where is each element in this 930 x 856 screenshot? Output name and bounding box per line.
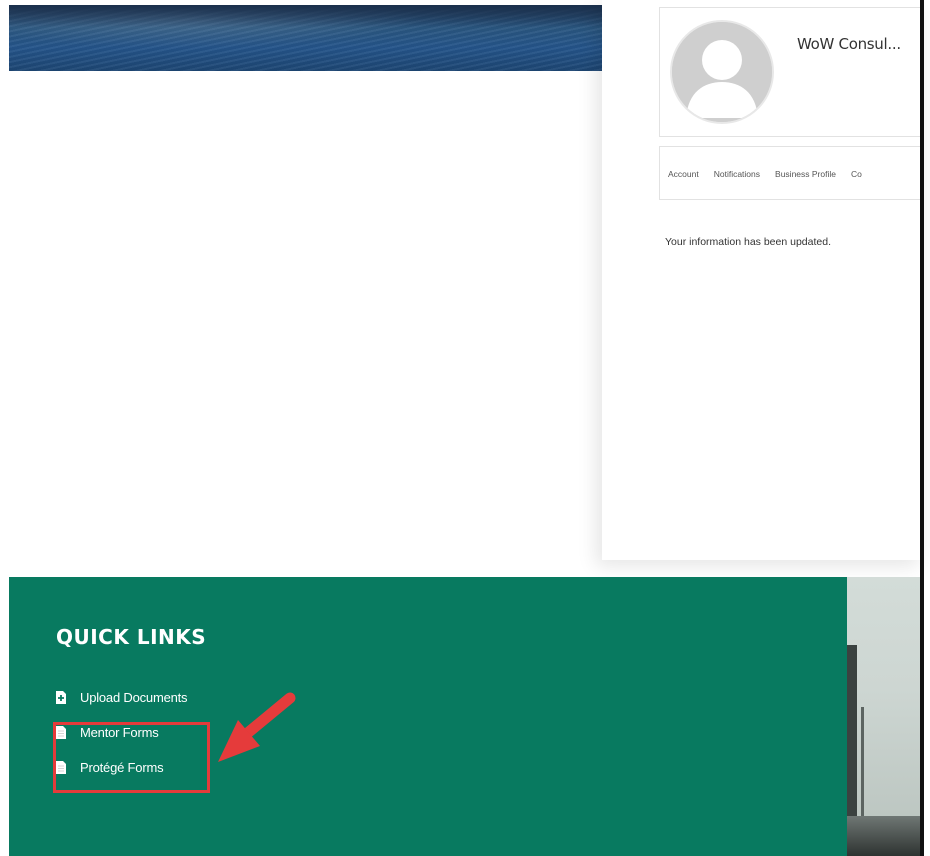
user-avatar-icon[interactable] xyxy=(670,20,774,124)
profile-header: WoW Consul... xyxy=(659,7,924,137)
profile-panel: WoW Consul... Account Notifications Busi… xyxy=(602,0,924,560)
profile-tabs-bar: Account Notifications Business Profile C… xyxy=(659,146,924,200)
tab-business-profile[interactable]: Business Profile xyxy=(775,169,836,179)
tab-account[interactable]: Account xyxy=(668,169,699,179)
link-mentor-forms[interactable]: Mentor Forms xyxy=(56,725,159,740)
page-edge-border xyxy=(920,0,924,856)
tab-co-truncated[interactable]: Co xyxy=(851,169,862,179)
company-name: WoW Consul... xyxy=(797,35,901,53)
footer-photo-image xyxy=(847,577,920,856)
file-upload-icon xyxy=(56,691,66,704)
quick-links-heading: QUICK LINKS xyxy=(56,625,207,649)
photo-ground xyxy=(847,816,920,856)
document-icon xyxy=(56,761,66,774)
document-icon xyxy=(56,726,66,739)
update-status-message: Your information has been updated. xyxy=(665,236,831,248)
footer-quick-links: QUICK LINKS Upload Documents Mentor Form… xyxy=(9,577,847,856)
hero-banner-image xyxy=(9,5,603,71)
link-upload-documents[interactable]: Upload Documents xyxy=(56,690,188,705)
link-protege-forms[interactable]: Protégé Forms xyxy=(56,760,164,775)
tab-notifications[interactable]: Notifications xyxy=(714,169,760,179)
